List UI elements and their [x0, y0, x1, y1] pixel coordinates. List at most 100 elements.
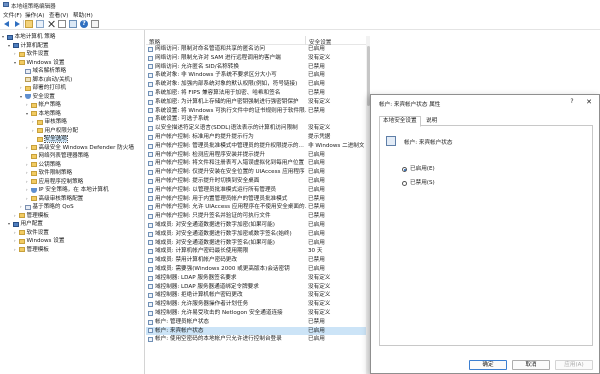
policy-row[interactable]: 用户帐户控制: 用于内置管理员帐户的管理员批准模式 已禁用: [146, 195, 366, 204]
apply-button[interactable]: 应用(A): [555, 360, 593, 370]
policy-row[interactable]: 域控制器: LDAP 服务器通道绑定令牌要求 没有定义: [146, 283, 366, 292]
policy-row[interactable]: 系统设置: 可选子系统: [146, 115, 366, 124]
policy-row[interactable]: 系统设置: 将 Windows 可执行文件中的证书规则用于软件限... 已禁用: [146, 107, 366, 116]
tree-node-label: 公钥策略: [38, 161, 61, 168]
policy-row[interactable]: 用户帐户控制: 允许 UIAccess 应用程序在不使用安全桌面的... 已禁用: [146, 203, 366, 212]
policy-row[interactable]: 域成员: 对安全通道数据进行数字签名(如果可能) 已启用: [146, 239, 366, 248]
tree-node[interactable]: › IP 安全策略，在 本地计算机: [26, 186, 109, 194]
up-folder-icon[interactable]: [25, 20, 33, 28]
tree-node[interactable]: › Windows 设置: [14, 237, 64, 245]
forward-arrow-icon[interactable]: [13, 20, 21, 28]
cancel-button[interactable]: 取消: [512, 360, 550, 370]
folder-icon: [19, 51, 25, 57]
tree-node-label: 管理模板: [26, 212, 49, 219]
dialog-help-button[interactable]: ?: [567, 98, 577, 106]
policy-row[interactable]: 网络访问: 允许匿名 SID/名称转换 已禁用: [146, 63, 366, 72]
tree-node[interactable]: ▾ 计算机配置: [8, 42, 48, 50]
policy-row[interactable]: 域成员: 对安全通道数据进行数字加密或数字签名(始终) 已启用: [146, 230, 366, 239]
tree-node-label: 本地策略: [38, 110, 61, 117]
policy-row[interactable]: 系统对象: 加强内部系统对象的默认权限(例如，符号链接) 已启用: [146, 80, 366, 89]
tree-node[interactable]: 脚本(启动/关机): [20, 76, 72, 84]
policy-setting: 已启用: [308, 160, 325, 167]
policy-name: 用户帐户控制: 允许 UIAccess 应用程序在不使用安全桌面的...: [155, 204, 307, 211]
computer-icon: [13, 221, 19, 227]
policy-row[interactable]: 用户帐户控制: 以管理员批准模式运行所有管理员 已启用: [146, 186, 366, 195]
tree-node[interactable]: ▾ 用户配置: [8, 220, 43, 228]
policy-row[interactable]: 系统对象: 非 Windows 子系统不要求区分大小写 已启用: [146, 71, 366, 80]
view-icon[interactable]: [91, 20, 99, 28]
policy-row[interactable]: 域控制器: LDAP 服务器签名要求 没有定义: [146, 274, 366, 283]
policy-row[interactable]: 域成员: 计算机帐户密码最长使用期限 30 天: [146, 247, 366, 256]
policy-row[interactable]: 系统加密: 为计算机上存储的用户密钥强制进行强密钥保护 没有定义: [146, 98, 366, 107]
policy-row[interactable]: 域控制器: 允许服务器操作者计划任务 没有定义: [146, 300, 366, 309]
tree-node[interactable]: › 软件限制策略: [26, 169, 72, 177]
tree-node[interactable]: 网络列表管理器策略: [26, 152, 89, 160]
tab-explain[interactable]: 说明: [423, 117, 440, 126]
column-divider[interactable]: [305, 36, 306, 45]
policy-row[interactable]: 帐户: 来宾帐户状态 已启用: [146, 326, 366, 336]
policy-list: 网络访问: 限制对命名管道和共享的匿名访问 已启用 网络访问: 限制允许对 SAM …: [146, 45, 366, 374]
tree-node[interactable]: › 帐户策略: [26, 101, 61, 109]
policy-setting: 已启用: [308, 266, 325, 272]
policy-row[interactable]: 网络访问: 限制允许对 SAM 进行远程调用的客户端 没有定义: [146, 54, 366, 63]
folder-icon: [25, 85, 31, 91]
policy-icon: [148, 187, 153, 193]
tree-node[interactable]: › 管理模板: [14, 212, 49, 220]
dialog-close-button[interactable]: ✕: [583, 98, 595, 106]
policy-row[interactable]: 用户帐户控制: 管理员批准模式中管理员的提升权限提示的... 非 Windows …: [146, 142, 366, 151]
policy-name: 帐户: 来宾帐户状态: [404, 140, 453, 146]
policy-row[interactable]: 用户帐户控制: 仅提升安装在安全位置的 UIAccess 应用程序 已启用: [146, 168, 366, 177]
policy-row[interactable]: 网络访问: 限制对命名管道和共享的匿名访问 已启用: [146, 45, 366, 54]
tree-node[interactable]: › 软件设置: [14, 50, 49, 58]
tree-node[interactable]: ▾ Windows 设置: [14, 59, 64, 67]
tree-node[interactable]: › 公钥策略: [26, 161, 61, 169]
delete-icon[interactable]: [47, 20, 55, 28]
tree-node[interactable]: 安全选项: [32, 135, 68, 143]
policy-row[interactable]: 以安全描述符定义语言(SDDL)语法表示的计算机访问限制 没有定义: [146, 124, 366, 133]
tree-node[interactable]: › 管理模板: [14, 246, 49, 254]
tree-node[interactable]: › 审核策略: [32, 118, 67, 126]
policy-setting: 已禁用: [308, 63, 325, 70]
ok-button[interactable]: 确定: [469, 360, 507, 370]
help-icon[interactable]: ?: [80, 20, 88, 28]
policy-name: 域控制器: 拒绝计算机帐户密码更改: [155, 292, 243, 299]
policy-row[interactable]: 帐户: 使用空密码的本地帐户只允许进行控制台登录 已启用: [146, 335, 366, 344]
policy-row[interactable]: 系统加密: 将 FIPS 兼容算法用于加密、哈希和签名 已禁用: [146, 89, 366, 98]
tree-node[interactable]: › 软件设置: [14, 229, 49, 237]
policy-icon: [148, 310, 153, 316]
tree-node-label: 审核策略: [44, 119, 67, 125]
policy-name: 域成员: 对安全通道数据进行数字加密或数字签名(始终): [155, 230, 292, 237]
policy-row[interactable]: 用户帐户控制: 提示提升时切换到安全桌面 已启用: [146, 177, 366, 186]
policy-row[interactable]: 域成员: 对安全通道数据进行数字加密(如果可能) 已启用: [146, 221, 366, 230]
policy-row[interactable]: 用户帐户控制: 标准用户的提升提示行为 提示凭据: [146, 133, 366, 142]
tree-node[interactable]: › 部署的打印机: [20, 84, 66, 92]
policy-icon: [148, 213, 153, 219]
policy-setting: 已启用: [308, 72, 325, 79]
policy-row[interactable]: 用户帐户控制: 将文件和注册表写入错误虚拟化到每用户位置 已启用: [146, 159, 366, 168]
policy-row[interactable]: 域成员: 禁用计算机帐户密码更改 已禁用: [146, 256, 366, 265]
back-arrow-icon[interactable]: [3, 20, 11, 28]
policy-row[interactable]: 帐户: 管理员帐户状态 已禁用: [146, 318, 366, 327]
policy-row[interactable]: 用户帐户控制: 检测应用程序安装并提示提升 已启用: [146, 151, 366, 160]
tree-node[interactable]: › 基于策略的 QoS: [20, 203, 74, 211]
policy-row[interactable]: 域成员: 需要强(Windows 2000 或更高版本)会话密钥 已启用: [146, 265, 366, 274]
properties-icon[interactable]: [58, 20, 66, 28]
folder-icon: [31, 162, 37, 167]
radio-dot-icon: [402, 180, 407, 186]
export-list-icon[interactable]: [69, 20, 77, 28]
tree-node[interactable]: ▾ 本地策略: [26, 110, 61, 118]
policy-row[interactable]: 域控制器: 允许易受攻击的 Netlogon 安全通道连接 没有定义: [146, 309, 366, 318]
tree-node[interactable]: › 高级安全 Windows Defender 防火墙: [26, 144, 134, 152]
tree-node[interactable]: ▾ 本地计算机 策略: [2, 33, 55, 41]
policy-row[interactable]: 域控制器: 拒绝计算机帐户密码更改 没有定义: [146, 291, 366, 300]
tree-node[interactable]: › 应用程序控制策略: [26, 178, 83, 186]
show-tree-icon[interactable]: [36, 20, 44, 28]
policy-row[interactable]: 用户帐户控制: 只提升签名并验证的可执行文件 已禁用: [146, 212, 366, 221]
tree-node[interactable]: › 用户权限分配: [32, 127, 78, 135]
tree-node[interactable]: › 高级审核策略配置: [26, 195, 83, 203]
tree-node[interactable]: ▾ 安全设置: [20, 93, 55, 101]
policy-icon: [148, 108, 153, 114]
tree-node[interactable]: 域名解析策略: [20, 67, 66, 75]
policy-icon: [148, 73, 153, 79]
policy-icon: [148, 134, 153, 140]
